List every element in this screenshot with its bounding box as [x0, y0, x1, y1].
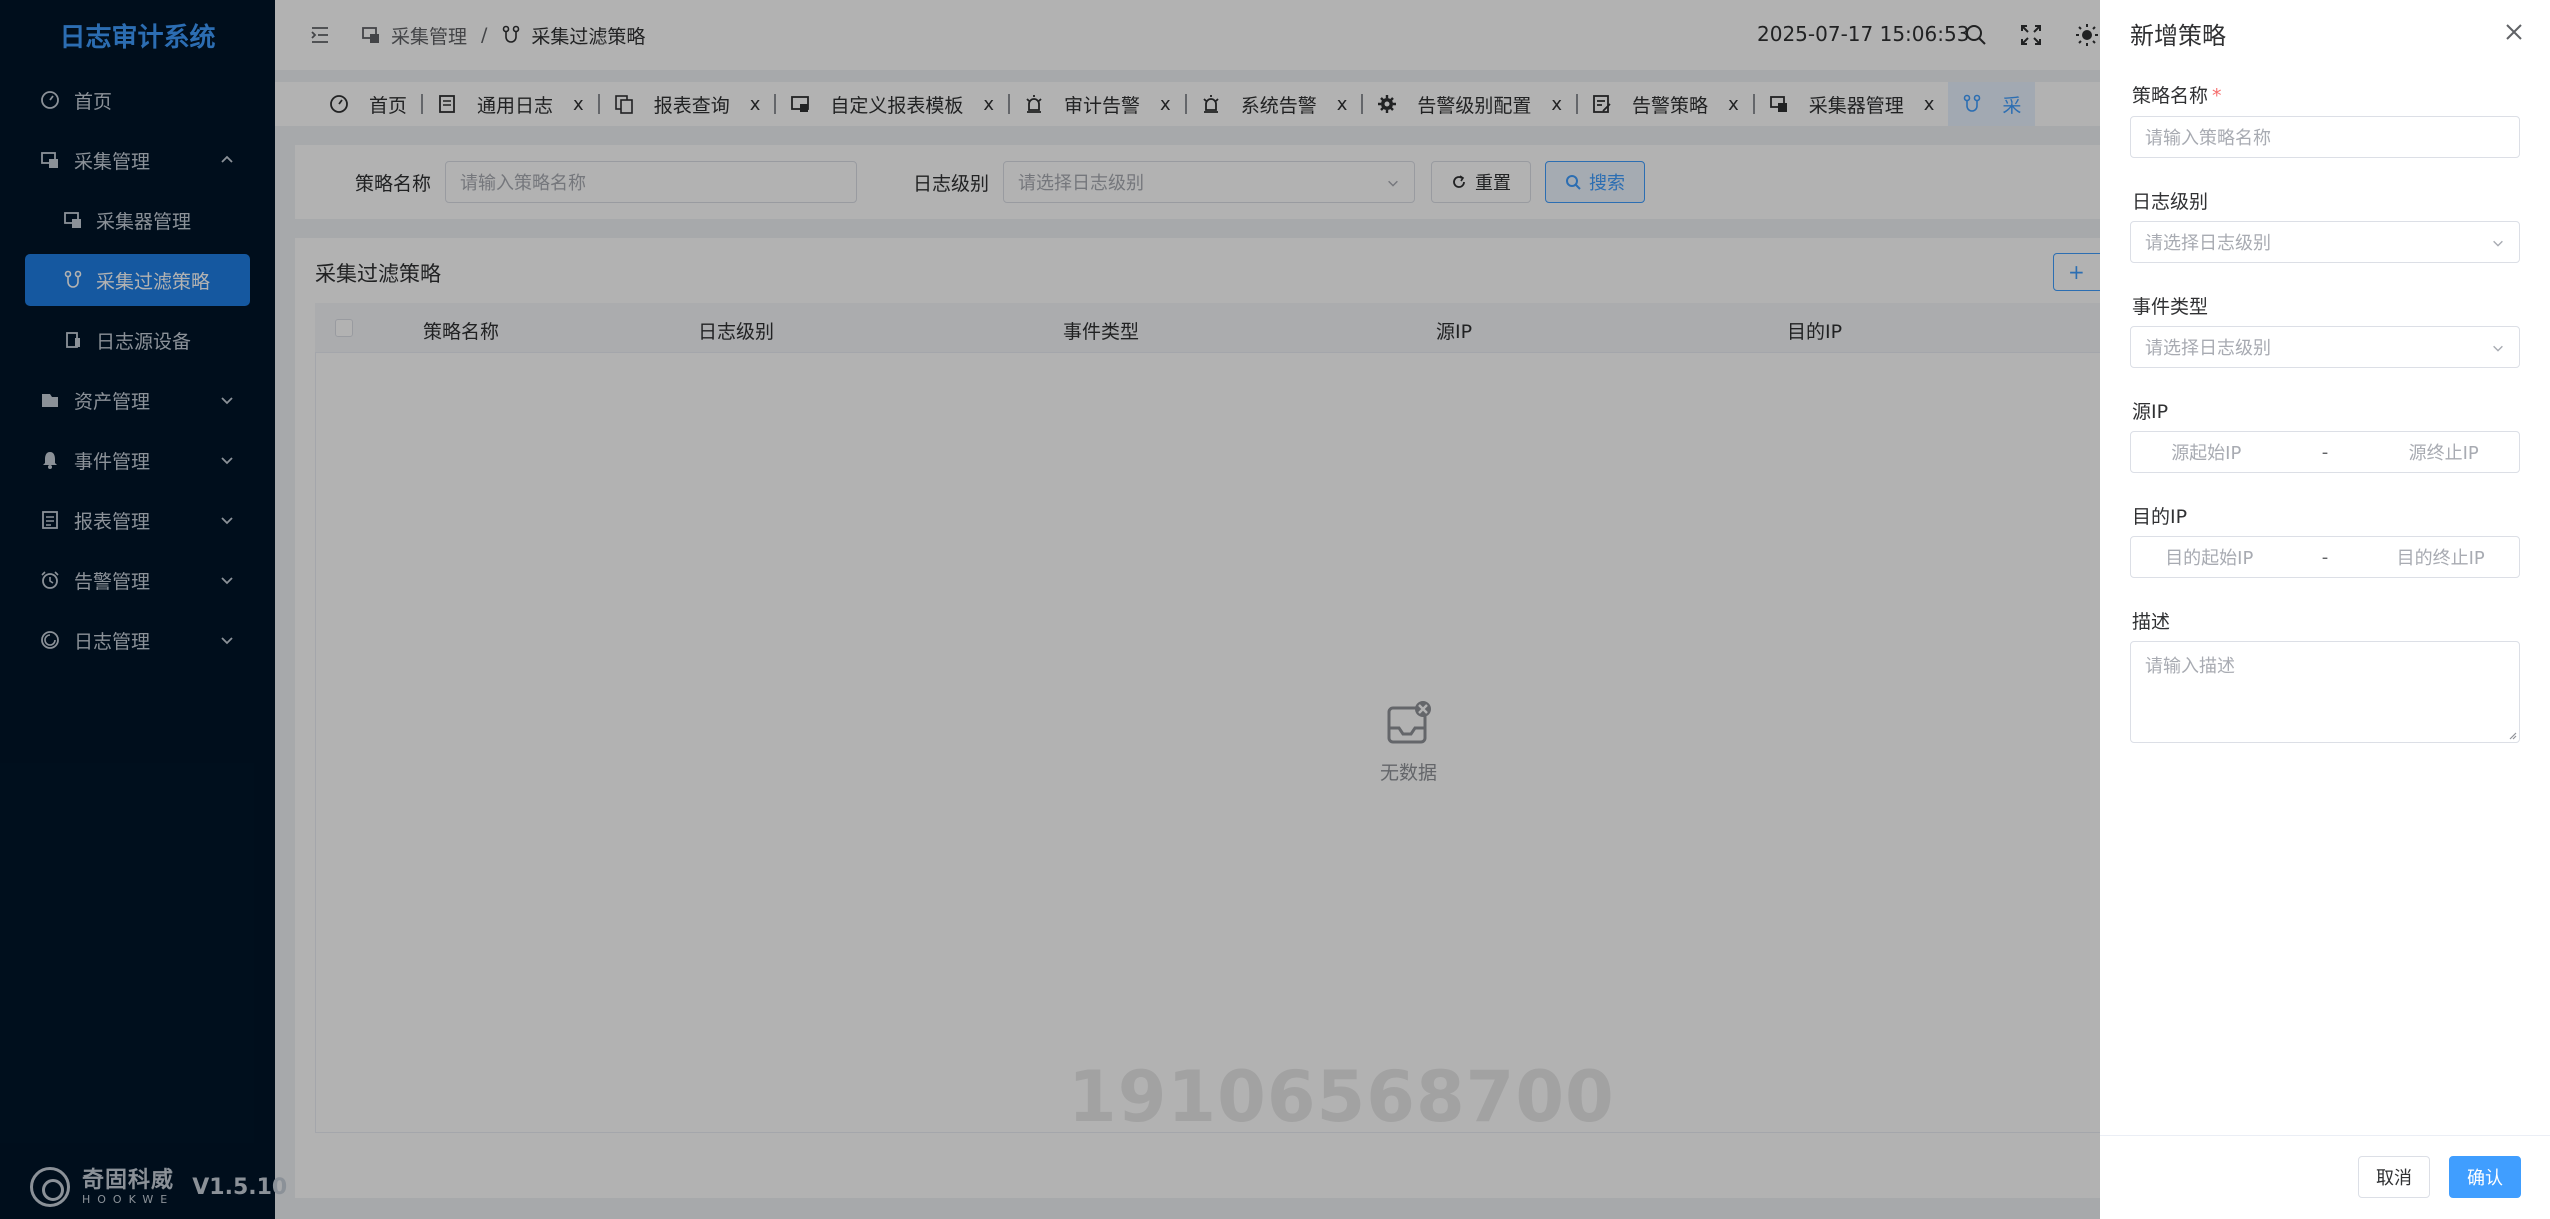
- source-ip-start-input[interactable]: 源起始IP: [2171, 439, 2241, 465]
- log-level-field-label: 日志级别: [2132, 191, 2209, 213]
- dest-ip-range: 目的起始IP - 目的终止IP: [2130, 536, 2520, 578]
- close-icon[interactable]: [2504, 22, 2524, 42]
- log-level-field[interactable]: 请选择日志级别: [2130, 221, 2520, 263]
- source-ip-field-label: 源IP: [2132, 401, 2169, 423]
- chevron-down-icon: [2493, 345, 2503, 352]
- cancel-button[interactable]: 取消: [2358, 1156, 2430, 1198]
- description-field-label: 描述: [2132, 611, 2171, 633]
- range-separator: -: [2321, 441, 2329, 463]
- add-policy-drawer: 新增策略 策略名称 * 请输入策略名称 日志级别 请选择日志级别 事件类型 请选择…: [2100, 0, 2550, 1219]
- confirm-button[interactable]: 确认: [2449, 1156, 2521, 1198]
- drawer-footer: 取消 确认: [2100, 1135, 2550, 1219]
- required-mark: *: [2212, 85, 2222, 107]
- dest-ip-end-input[interactable]: 目的终止IP: [2397, 544, 2485, 570]
- policy-name-field[interactable]: 请输入策略名称: [2130, 116, 2520, 158]
- event-type-field[interactable]: 请选择日志级别: [2130, 326, 2520, 368]
- description-textarea[interactable]: 请输入描述: [2130, 641, 2520, 743]
- event-type-field-label: 事件类型: [2132, 296, 2209, 318]
- source-ip-range: 源起始IP - 源终止IP: [2130, 431, 2520, 473]
- chevron-down-icon: [2493, 240, 2503, 247]
- dest-ip-field-label: 目的IP: [2132, 506, 2188, 528]
- source-ip-end-input[interactable]: 源终止IP: [2409, 439, 2479, 465]
- drawer-title: 新增策略: [2130, 22, 2226, 50]
- range-separator: -: [2321, 546, 2329, 568]
- resize-handle-icon[interactable]: [2507, 730, 2517, 740]
- dest-ip-start-input[interactable]: 目的起始IP: [2165, 544, 2253, 570]
- policy-name-field-label: 策略名称 *: [2132, 85, 2222, 107]
